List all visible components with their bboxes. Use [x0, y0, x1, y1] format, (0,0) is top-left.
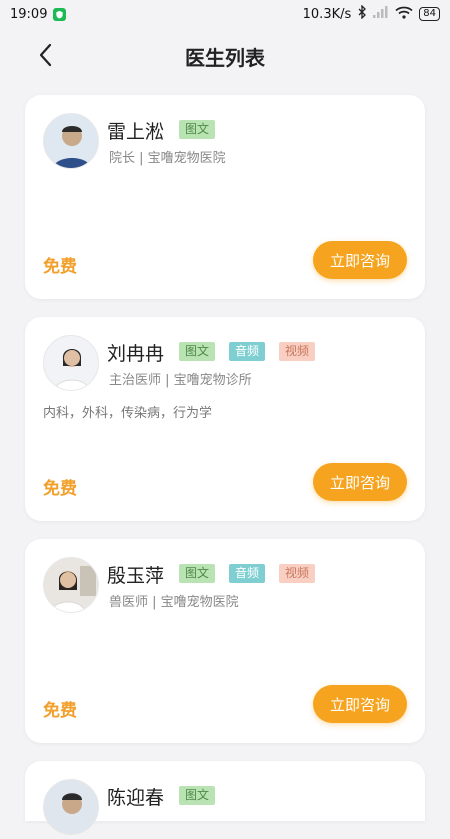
avatar	[43, 557, 99, 613]
consult-now-button[interactable]: 立即咨询	[313, 241, 407, 279]
price-label: 免费	[43, 701, 77, 721]
avatar	[43, 779, 99, 835]
top-navigation: 医生列表	[0, 28, 450, 84]
doctor-title-hospital: 主治医师 | 宝噜宠物诊所	[109, 373, 252, 388]
doctor-card[interactable]: 殷玉萍 图文 音频 视频 兽医师 | 宝噜宠物医院 免费 立即咨询	[25, 539, 425, 743]
wifi-icon	[395, 6, 413, 23]
doctor-name: 殷玉萍	[107, 565, 165, 587]
consult-tags: 图文 音频 视频	[179, 342, 316, 361]
tag-audio: 音频	[229, 342, 266, 361]
price-label: 免费	[43, 257, 77, 277]
doctor-card[interactable]: 陈迎春 图文	[25, 761, 425, 835]
doctor-name: 刘冉冉	[107, 343, 165, 365]
chevron-left-icon	[39, 43, 52, 67]
doctor-specialties: 内科，外科，传染病，行为学	[43, 406, 213, 421]
status-time: 19:09	[10, 6, 48, 22]
back-button[interactable]	[30, 40, 60, 70]
consult-tags: 图文	[179, 120, 216, 139]
tag-video: 视频	[279, 564, 316, 583]
tag-text: 图文	[179, 120, 216, 139]
doctor-title-hospital: 兽医师 | 宝噜宠物医院	[109, 595, 239, 610]
doctor-card[interactable]: 刘冉冉 图文 音频 视频 主治医师 | 宝噜宠物诊所 内科，外科，传染病，行为学…	[25, 317, 425, 521]
signal-icon	[373, 6, 389, 22]
doctor-title-hospital: 院长 | 宝噜宠物医院	[109, 151, 226, 166]
doctor-list: 雷上淞 图文 院长 | 宝噜宠物医院 免费 立即咨询 刘冉冉 图文 音频 视频 …	[25, 95, 425, 839]
network-speed: 10.3K/s	[302, 6, 352, 22]
shield-icon	[53, 7, 67, 21]
tag-text: 图文	[179, 342, 216, 361]
consult-now-button[interactable]: 立即咨询	[313, 463, 407, 501]
consult-tags: 图文	[179, 786, 216, 805]
bluetooth-icon	[357, 4, 367, 23]
tag-audio: 音频	[229, 564, 266, 583]
page-title: 医生列表	[185, 45, 265, 70]
consult-now-button[interactable]: 立即咨询	[313, 685, 407, 723]
tag-video: 视频	[279, 342, 316, 361]
tag-text: 图文	[179, 786, 216, 805]
tag-text: 图文	[179, 564, 216, 583]
consult-tags: 图文 音频 视频	[179, 564, 316, 583]
status-bar: 19:09 10.3K/s 84	[0, 0, 450, 28]
avatar	[43, 113, 99, 169]
avatar	[43, 335, 99, 391]
doctor-name: 雷上淞	[107, 121, 165, 143]
price-label: 免费	[43, 479, 77, 499]
battery-icon: 84	[419, 7, 440, 21]
doctor-name: 陈迎春	[107, 787, 165, 809]
doctor-card[interactable]: 雷上淞 图文 院长 | 宝噜宠物医院 免费 立即咨询	[25, 95, 425, 299]
